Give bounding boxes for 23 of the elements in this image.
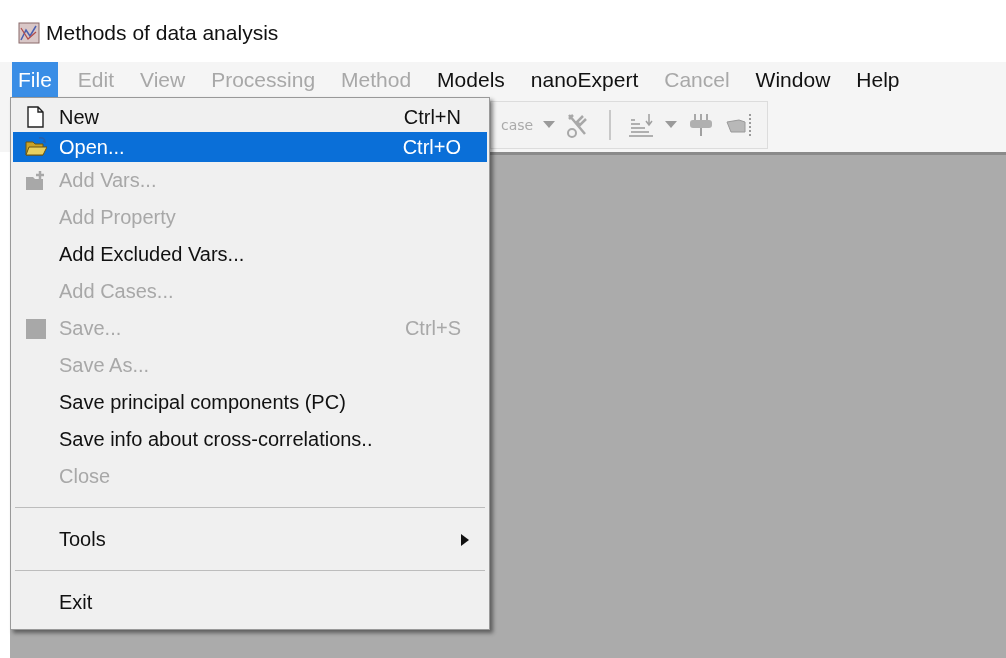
square-icon — [25, 317, 47, 340]
dropdown-arrow-icon — [665, 120, 678, 129]
menu-item[interactable]: Save principal components (PC) — [13, 384, 487, 421]
menu-item[interactable]: Save info about cross-correlations.. — [13, 421, 487, 458]
menu-item[interactable]: New Ctrl+N — [13, 102, 487, 132]
page-icon — [25, 106, 47, 128]
submenu-arrow-icon — [461, 533, 469, 546]
folder-icon — [25, 136, 47, 158]
menu-item[interactable]: Tools — [13, 521, 487, 558]
menu-item[interactable]: Models — [431, 62, 511, 97]
window-title: Methods of data analysis — [46, 21, 279, 45]
menu-item[interactable]: Add Excluded Vars... — [13, 236, 487, 273]
menu-item[interactable]: Help — [850, 62, 906, 97]
menu-item[interactable]: Exit — [13, 584, 487, 621]
dropdown-arrow-icon — [543, 120, 556, 129]
app-icon — [18, 22, 40, 44]
sort-icon — [627, 111, 656, 138]
folder-icon — [25, 169, 47, 192]
menu-item[interactable]: Open... Ctrl+O — [13, 132, 487, 162]
menu-item[interactable]: File — [12, 62, 58, 97]
menu-item[interactable]: Window — [749, 62, 837, 97]
menu-item[interactable]: nanoExpert — [524, 62, 645, 97]
case-label: case — [501, 116, 534, 133]
